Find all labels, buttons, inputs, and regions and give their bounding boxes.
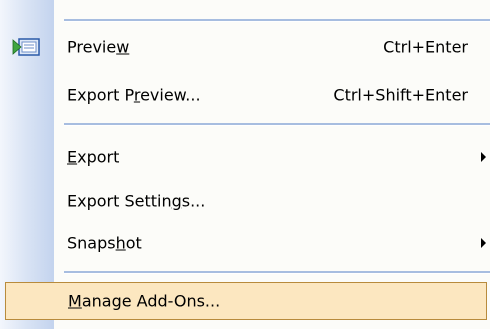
menu-separator: [64, 123, 490, 126]
menu-item-label: Export: [67, 147, 120, 167]
context-menu: Preview Ctrl+Enter Export Preview... Ctr…: [0, 0, 490, 329]
menu-item-preview[interactable]: Preview Ctrl+Enter: [0, 27, 490, 67]
menu-item-label: Snapshot: [67, 233, 142, 253]
menu-item-export-settings[interactable]: Export Settings...: [0, 181, 490, 221]
menu-item-label: Export Settings...: [67, 191, 206, 211]
menu-item-manage-add-ons[interactable]: Manage Add-Ons...: [5, 282, 487, 320]
menu-separator: [64, 271, 490, 274]
menu-item-label: Export Preview...: [67, 85, 201, 105]
menu-item-export[interactable]: Export: [0, 137, 490, 177]
preview-icon: [12, 38, 40, 56]
shortcut-label: Ctrl+Shift+Enter: [333, 85, 468, 105]
menu-item-label: Preview: [67, 37, 130, 57]
menu-item-export-preview[interactable]: Export Preview... Ctrl+Shift+Enter: [0, 75, 490, 115]
menu-item-snapshot[interactable]: Snapshot: [0, 223, 490, 263]
submenu-arrow-icon: [481, 152, 486, 162]
shortcut-label: Ctrl+Enter: [383, 37, 468, 57]
menu-item-label: Manage Add-Ons...: [68, 291, 221, 311]
submenu-arrow-icon: [481, 238, 486, 248]
menu-separator: [64, 19, 490, 22]
